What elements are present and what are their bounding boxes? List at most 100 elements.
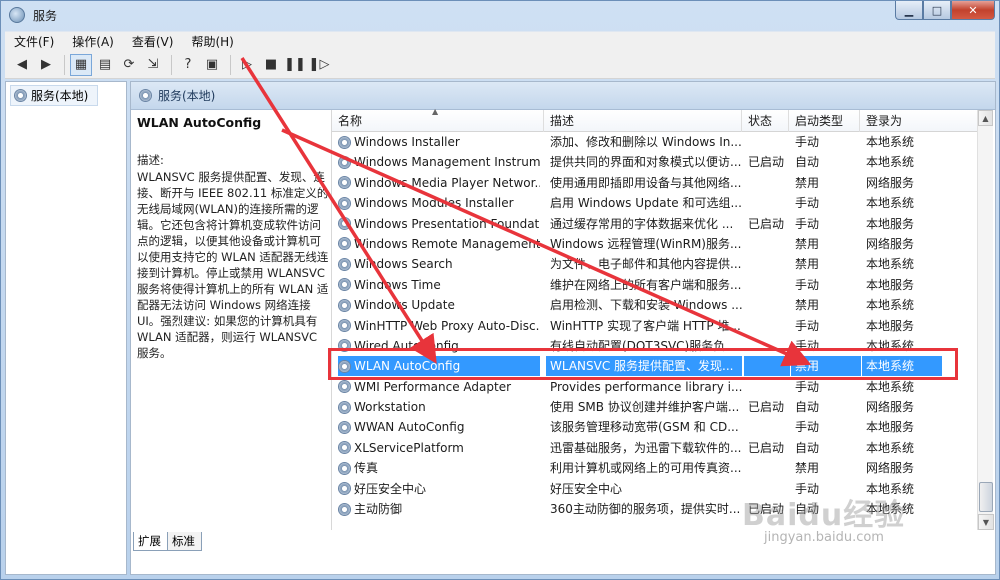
toolbar: ◀ ▶ ▦ ▤ ⟳ ⇲ ? ▣ ▷ ■ ❚❚ ❚▷ bbox=[5, 51, 995, 79]
maximize-button[interactable]: □ bbox=[923, 1, 951, 20]
export-icon[interactable]: ⇲ bbox=[142, 54, 164, 76]
pause-icon[interactable]: ❚❚ bbox=[284, 54, 306, 76]
cell-logon-as: 本地系统 bbox=[866, 379, 915, 394]
cell-name: Windows Remote Management... bbox=[338, 234, 540, 254]
stop-icon[interactable]: ■ bbox=[260, 54, 282, 76]
service-gear-icon bbox=[338, 176, 351, 190]
cell-name: Wired AutoConfig bbox=[338, 336, 540, 356]
play-icon[interactable]: ▷ bbox=[236, 54, 258, 76]
cell-logon-as: 本地服务 bbox=[866, 216, 915, 231]
cell-logon-as: 本地系统 bbox=[862, 356, 942, 377]
cell-status bbox=[744, 316, 790, 336]
cell-name: 好压安全中心 bbox=[338, 479, 540, 499]
window-title: 服务 bbox=[33, 8, 58, 23]
tree-item-services-local[interactable]: 服务(本地) bbox=[10, 85, 98, 106]
cell-status bbox=[744, 458, 790, 478]
properties-icon[interactable]: ▤ bbox=[94, 54, 116, 76]
table-row[interactable]: WinHTTP Web Proxy Auto-Disc... WinHTTP 实现… bbox=[332, 316, 977, 336]
cell-description: 维护在网络上的所有客户端和服务... bbox=[550, 277, 742, 292]
service-gear-icon bbox=[338, 135, 351, 149]
table-row[interactable]: 传真 利用计算机或网络上的可用传真资... 禁用 网络服务 bbox=[332, 458, 977, 478]
cell-name: Windows Update bbox=[338, 295, 540, 315]
table-row[interactable]: XLServicePlatform 迅雷基础服务，为迅雷下载软件的... 已启动 自动… bbox=[332, 438, 977, 458]
minimize-button[interactable]: ▁ bbox=[895, 1, 923, 20]
service-name: 好压安全中心 bbox=[354, 481, 427, 496]
cell-description: WLANSVC 服务提供配置、发现... bbox=[546, 356, 742, 377]
view-icon[interactable]: ▣ bbox=[201, 54, 223, 76]
forward-icon[interactable]: ▶ bbox=[35, 54, 57, 76]
close-button[interactable]: ✕ bbox=[951, 1, 995, 20]
cell-status bbox=[744, 254, 790, 274]
column-header-name[interactable]: 名称 bbox=[332, 110, 544, 132]
service-gear-icon bbox=[338, 400, 351, 414]
panel-header-label: 服务(本地) bbox=[158, 89, 216, 103]
menu-help[interactable]: 帮助(H) bbox=[182, 33, 242, 50]
cell-logon-as: 本地服务 bbox=[866, 318, 915, 333]
cell-description: 好压安全中心 bbox=[550, 481, 623, 496]
cell-startup-type: 手动 bbox=[795, 216, 820, 231]
table-row[interactable]: Windows Time 维护在网络上的所有客户端和服务... 手动 本地服务 bbox=[332, 275, 977, 295]
refresh-icon[interactable]: ⟳ bbox=[118, 54, 140, 76]
console-tree-icon[interactable]: ▦ bbox=[70, 53, 92, 76]
table-row[interactable]: Windows Media Player Networ... 使用通用即插即用设备… bbox=[332, 173, 977, 193]
back-icon[interactable]: ◀ bbox=[11, 54, 33, 76]
table-row[interactable]: Windows Management Instrum... 提供共同的界面和对象模… bbox=[332, 152, 977, 172]
cell-description: 启用检测、下载和安装 Windows ... bbox=[550, 298, 742, 313]
table-row-selected[interactable]: WLAN AutoConfig WLANSVC 服务提供配置、发现... 禁用 本地系… bbox=[332, 356, 977, 377]
column-header-status[interactable]: 状态 bbox=[742, 110, 789, 132]
restart-icon[interactable]: ❚▷ bbox=[308, 54, 330, 76]
menu-file[interactable]: 文件(F) bbox=[5, 33, 63, 50]
column-header-startup-type[interactable]: 启动类型 bbox=[789, 110, 860, 132]
tab-extended[interactable]: 扩展 bbox=[133, 532, 168, 551]
scrollbar-thumb[interactable] bbox=[979, 482, 993, 512]
cell-description: 360主动防御的服务项，提供实时... bbox=[550, 502, 741, 517]
service-gear-icon bbox=[338, 339, 351, 353]
tab-standard[interactable]: 标准 bbox=[167, 532, 202, 551]
service-name: Windows Installer bbox=[354, 135, 460, 149]
panel-header: 服务(本地) bbox=[131, 82, 995, 110]
services-gear-icon bbox=[14, 89, 27, 102]
service-name: Windows Media Player Networ... bbox=[354, 175, 540, 190]
table-row[interactable]: Windows Remote Management... Windows 远程管理… bbox=[332, 234, 977, 254]
cell-status bbox=[744, 132, 790, 152]
scroll-up-icon[interactable]: ▲ bbox=[978, 110, 993, 126]
cell-logon-as: 本地系统 bbox=[866, 338, 915, 353]
table-row[interactable]: Windows Search 为文件、电子邮件和其他内容提供... 禁用 本地系统 bbox=[332, 254, 977, 274]
table-row[interactable]: Workstation 使用 SMB 协议创建并维护客户端... 已启动 自动 网络服务 bbox=[332, 397, 977, 417]
cell-startup-type: 手动 bbox=[795, 135, 820, 149]
column-header-logon-as[interactable]: 登录为 bbox=[860, 110, 950, 132]
cell-startup-type: 自动 bbox=[795, 440, 820, 455]
cell-status bbox=[744, 295, 790, 315]
service-name: Windows Update bbox=[354, 298, 455, 313]
table-row[interactable]: Windows Installer 添加、修改和删除以 Windows In...… bbox=[332, 132, 977, 152]
cell-description: 为文件、电子邮件和其他内容提供... bbox=[550, 257, 742, 272]
table-row[interactable]: Windows Presentation Foundat... 通过缓存常用的字体… bbox=[332, 214, 977, 234]
cell-description: 该服务管理移动宽带(GSM 和 CD... bbox=[550, 420, 739, 435]
help-icon[interactable]: ? bbox=[177, 54, 199, 76]
cell-startup-type: 禁用 bbox=[795, 298, 820, 313]
table-row[interactable]: WWAN AutoConfig 该服务管理移动宽带(GSM 和 CD... 手动 本地… bbox=[332, 417, 977, 437]
vertical-scrollbar[interactable]: ▲ ▼ bbox=[977, 110, 994, 530]
cell-status bbox=[744, 356, 790, 377]
view-tabs: 扩展 标准 bbox=[133, 532, 202, 551]
menu-view[interactable]: 查看(V) bbox=[123, 33, 183, 50]
cell-description: Provides performance library i... bbox=[550, 379, 742, 394]
table-row[interactable]: Wired AutoConfig 有线自动配置(DOT3SVC)服务负... 手动 本… bbox=[332, 336, 977, 356]
cell-description: 提供共同的界面和对象模式以便访... bbox=[550, 155, 742, 170]
table-row[interactable]: Windows Update 启用检测、下载和安装 Windows ... 禁用 本地… bbox=[332, 295, 977, 315]
menu-action[interactable]: 操作(A) bbox=[63, 33, 123, 50]
cell-name: 主动防御 bbox=[338, 499, 540, 519]
cell-description: Windows 远程管理(WinRM)服务... bbox=[550, 236, 742, 251]
cell-name: Windows Time bbox=[338, 275, 540, 295]
column-header-description[interactable]: 描述 bbox=[544, 110, 742, 132]
service-name: WLAN AutoConfig bbox=[354, 359, 461, 374]
table-row[interactable]: Windows Modules Installer 启用 Windows Upda… bbox=[332, 193, 977, 213]
cell-status bbox=[744, 193, 790, 213]
table-row[interactable]: WMI Performance Adapter Provides performa… bbox=[332, 377, 977, 397]
cell-startup-type: 禁用 bbox=[795, 461, 820, 476]
service-gear-icon bbox=[338, 278, 351, 292]
toolbar-divider bbox=[230, 54, 231, 75]
cell-startup-type: 禁用 bbox=[795, 257, 820, 272]
cell-logon-as: 网络服务 bbox=[866, 400, 915, 415]
scroll-down-icon[interactable]: ▼ bbox=[978, 514, 994, 530]
